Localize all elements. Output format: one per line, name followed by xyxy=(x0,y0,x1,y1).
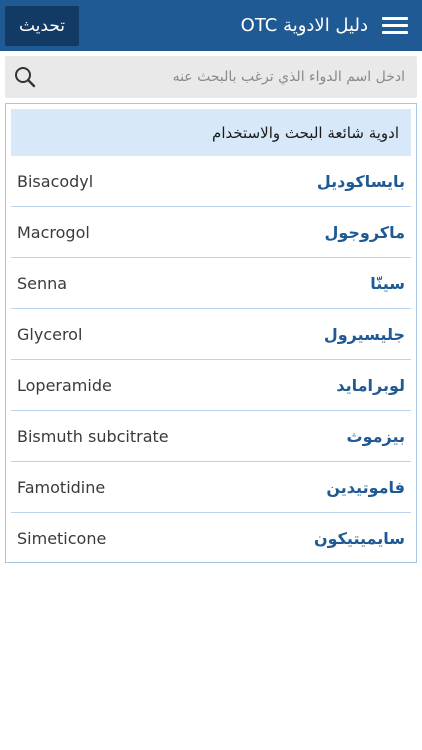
drug-arabic-name: سينّا xyxy=(370,273,405,293)
list-header: ادوية شائعة البحث والاستخدام xyxy=(11,109,411,156)
drug-english-name: Loperamide xyxy=(17,375,112,395)
list-item[interactable]: Famotidine فاموتيدين xyxy=(11,462,411,513)
drug-english-name: Bismuth subcitrate xyxy=(17,426,169,446)
drug-arabic-name: بايساكوديل xyxy=(316,171,405,191)
list-item[interactable]: Bismuth subcitrate بيزموث xyxy=(11,411,411,462)
list-item[interactable]: Senna سينّا xyxy=(11,258,411,309)
list-item[interactable]: Macrogol ماكروجول xyxy=(11,207,411,258)
list-item[interactable]: Bisacodyl بايساكوديل xyxy=(11,156,411,207)
list-item[interactable]: Loperamide لوبرامايد xyxy=(11,360,411,411)
drug-english-name: Simeticone xyxy=(17,529,107,548)
drug-english-name: Famotidine xyxy=(17,477,106,497)
drug-english-name: Bisacodyl xyxy=(17,171,94,191)
drug-arabic-name: بيزموث xyxy=(346,426,405,446)
popular-drugs-list: ادوية شائعة البحث والاستخدام Bisacodyl ب… xyxy=(5,103,417,563)
refresh-button[interactable]: تحديث xyxy=(5,5,79,46)
drug-english-name: Macrogol xyxy=(17,222,90,242)
drug-arabic-name: جليسيرول xyxy=(323,324,405,344)
hamburger-menu-icon[interactable] xyxy=(382,16,408,35)
drug-arabic-name: سايميتيكون xyxy=(313,529,405,548)
drug-english-name: Glycerol xyxy=(17,324,83,344)
drug-arabic-name: لوبرامايد xyxy=(336,375,405,395)
drug-arabic-name: فاموتيدين xyxy=(326,477,405,497)
drug-english-name: Senna xyxy=(17,273,68,293)
app-title: دليل الادوية OTC xyxy=(240,15,368,36)
drug-arabic-name: ماكروجول xyxy=(324,222,405,242)
app-bar: دليل الادوية OTC تحديث xyxy=(0,0,422,51)
search-bar xyxy=(5,56,417,98)
search-input[interactable] xyxy=(43,56,405,98)
list-item[interactable]: Simeticone سايميتيكون xyxy=(11,513,411,564)
list-item[interactable]: Glycerol جليسيرول xyxy=(11,309,411,360)
search-icon[interactable] xyxy=(13,65,37,89)
